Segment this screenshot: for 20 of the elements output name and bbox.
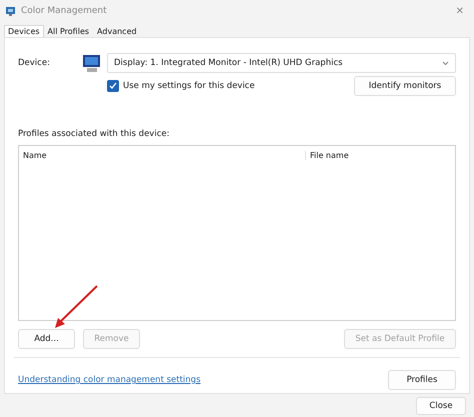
window-title: Color Management: [21, 6, 108, 16]
chevron-down-icon: [442, 60, 449, 66]
annotation-arrow: [52, 284, 100, 330]
tab[interactable]: Devices: [4, 25, 44, 37]
help-link[interactable]: Understanding color management settings: [18, 375, 200, 385]
column-header[interactable]: Name: [19, 150, 306, 160]
device-dropdown[interactable]: Display: 1. Integrated Monitor - Intel(R) UHD Graphics: [107, 53, 456, 73]
profiles-button[interactable]: Profiles: [388, 370, 456, 390]
tab[interactable]: Advanced: [93, 25, 141, 37]
tab[interactable]: All Profiles: [44, 25, 94, 37]
column-header[interactable]: File name: [306, 150, 455, 160]
color-management-icon: [6, 6, 16, 16]
add-button[interactable]: Add...: [18, 329, 75, 349]
device-label: Device:: [18, 58, 51, 68]
identify-monitors-button[interactable]: Identify monitors: [354, 76, 456, 96]
monitor-icon: [82, 53, 102, 73]
profiles-label: Profiles associated with this device:: [18, 129, 170, 139]
close-button[interactable]: Close: [416, 396, 466, 414]
checkbox[interactable]: [107, 80, 119, 92]
checkbox-label: Use my settings for this device: [123, 81, 255, 91]
